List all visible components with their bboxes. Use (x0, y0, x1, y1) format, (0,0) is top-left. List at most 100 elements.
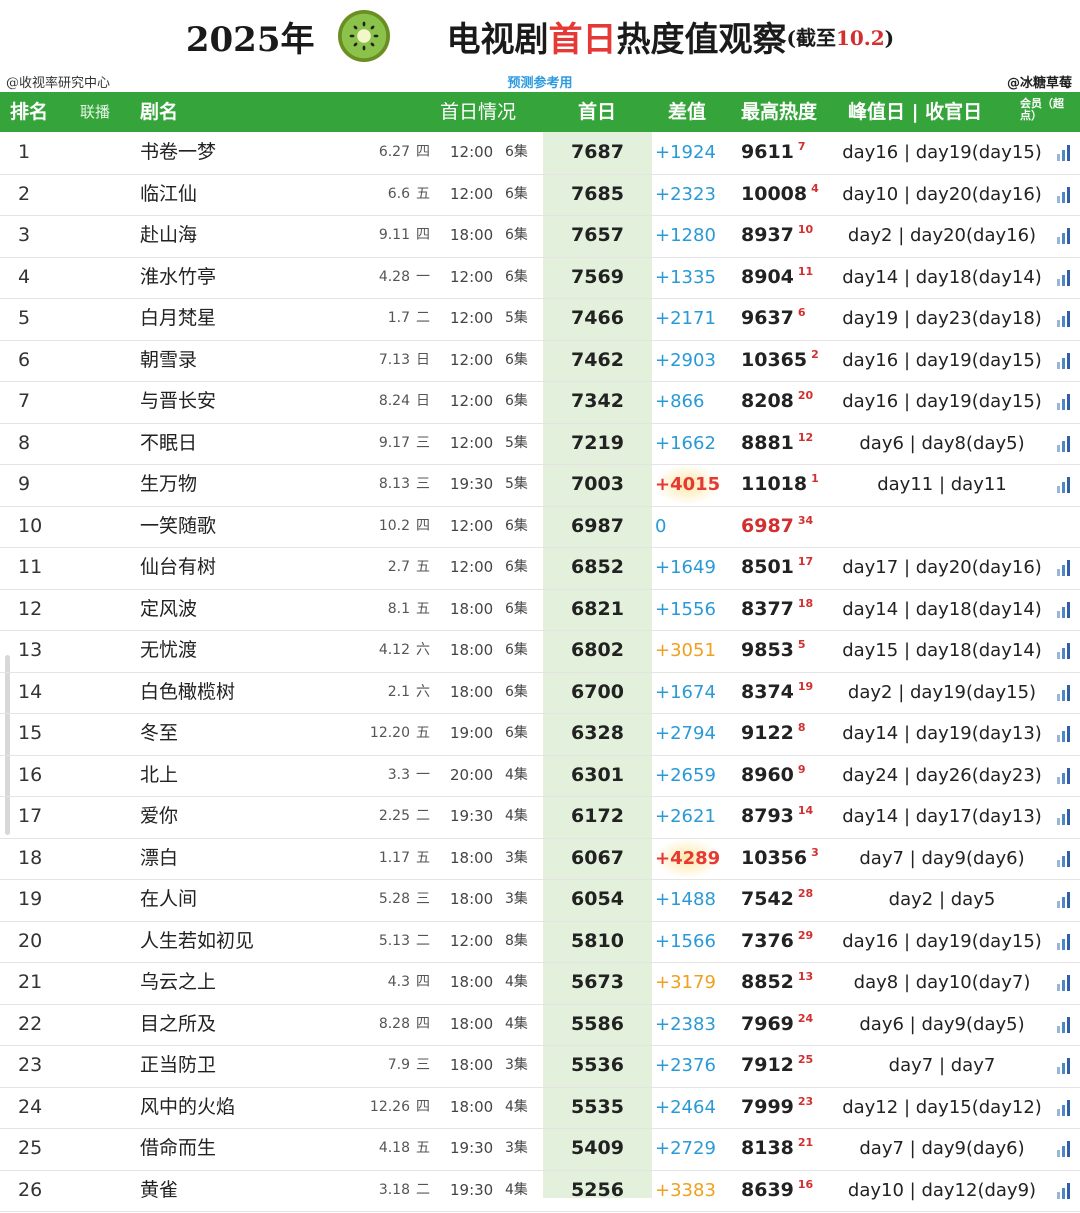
time-cell: 19:00 (450, 724, 494, 742)
name-cell: 北上 (140, 763, 179, 786)
date-cell: 4.3 (387, 974, 410, 990)
table-row: 15 冬至 12.20 五 19:00 6集 6328 +2794 9122 8 day14 | d… (0, 713, 1080, 756)
peak-value: 9611 (741, 141, 794, 163)
date-cell: 3.3 (387, 766, 410, 783)
first-day-cell: 7003 (571, 473, 624, 495)
rank-cell: 15 (18, 722, 43, 744)
peak-final-days-cell: day2 | day19(day15) (847, 681, 1037, 703)
weekday-cell: 四 (416, 144, 430, 160)
peak-rank: 20 (797, 389, 814, 402)
page-title: 2025年 电视剧 首日 热度值观察 (截至10.2) (0, 0, 1080, 72)
peak-final-days-cell: day19 | day23(day18) (842, 308, 1042, 329)
diff-cell: +1556 (655, 598, 716, 620)
peak-final-days-cell: day6 | day9(day5) (859, 1013, 1025, 1035)
peak-rank: 25 (797, 1053, 814, 1066)
weekday-cell: 四 (416, 517, 430, 534)
date-cell: 12.20 (369, 725, 410, 741)
table-row: 25 借命而生 4.18 五 19:30 3集 5409 +2729 8138 21 day7 | … (0, 1128, 1080, 1171)
peak-rank: 34 (797, 513, 814, 527)
diff-cell: +1488 (655, 889, 716, 910)
bar-signal-icon (1056, 725, 1072, 743)
peak-rank: 1 (811, 472, 819, 485)
bar-signal-icon (1056, 642, 1072, 660)
table-row: 10 一笑随歌 10.2 四 12:00 6集 6987 0 6987 34 (0, 506, 1080, 548)
first-day-cell: 5586 (571, 1012, 624, 1035)
diff-cell: +1649 (655, 557, 716, 578)
name-cell: 定风波 (140, 597, 198, 620)
date-cell: 4.12 (378, 642, 410, 658)
weekday-cell: 三 (416, 434, 430, 451)
peak-final-days-cell: day16 | day19(day15) (842, 142, 1042, 163)
name-cell: 赴山海 (140, 224, 198, 246)
weekday-cell: 一 (416, 268, 430, 285)
first-day-cell: 6328 (571, 722, 624, 744)
rank-cell: 1 (18, 141, 31, 163)
diff-cell: +866 (655, 391, 705, 412)
peak-value: 7969 (741, 1012, 794, 1035)
date-cell: 3.18 (378, 1181, 410, 1198)
sub-header: @收视率研究中心 预测参考用 @冰糖草莓 (0, 70, 1080, 92)
table-row: 14 白色橄榄树 2.1 六 18:00 6集 6700 +1674 8374 19 day2 | … (0, 672, 1080, 714)
disclaimer: 预测参考用 (507, 76, 573, 91)
title-highlight: 首日 (548, 19, 617, 60)
diff-cell: +2729 (655, 1138, 716, 1159)
time-cell: 12:00 (450, 392, 494, 410)
time-cell: 12:00 (450, 143, 494, 161)
first-day-cell: 6301 (571, 763, 624, 786)
time-cell: 19:30 (450, 807, 494, 825)
episodes-cell: 4集 (505, 1015, 528, 1032)
time-cell: 12:00 (450, 931, 494, 950)
table-row: 12 定风波 8.1 五 18:00 6集 6821 +1556 8377 18 day14 | d… (0, 589, 1080, 631)
first-day-cell: 5673 (571, 971, 624, 993)
peak-value: 8639 (741, 1178, 794, 1201)
time-cell: 18:00 (450, 890, 494, 908)
rank-cell: 2 (18, 182, 31, 205)
date-cell: 1.7 (387, 310, 410, 326)
name-cell: 借命而生 (140, 1137, 217, 1159)
weekday-cell: 六 (416, 683, 430, 700)
peak-rank: 17 (797, 555, 814, 568)
name-cell: 临江仙 (140, 182, 198, 205)
date-cell: 12.26 (369, 1098, 410, 1115)
first-day-cell: 7342 (571, 390, 624, 412)
weekday-cell: 二 (416, 932, 430, 949)
time-cell: 18:00 (450, 973, 494, 991)
weekday-cell: 二 (416, 808, 430, 824)
episodes-cell: 3集 (505, 849, 528, 866)
peak-value: 8501 (741, 556, 794, 578)
name-cell: 黄雀 (140, 1178, 179, 1201)
time-cell: 19:30 (450, 475, 494, 493)
peak-value: 9853 (741, 639, 794, 661)
first-day-cell: 5535 (571, 1095, 624, 1118)
peak-cell: 10365 2 (741, 340, 819, 383)
peak-cell: 8960 9 (741, 755, 806, 798)
peak-final-days-cell: day16 | day19(day15) (842, 349, 1042, 371)
peak-cell: 7376 29 (741, 921, 813, 964)
name-cell: 目之所及 (140, 1012, 217, 1035)
weekday-cell: 五 (416, 185, 430, 202)
table-row: 18 漂白 1.17 五 18:00 3集 6067 +4289 10356 3 day7 | da… (0, 837, 1080, 881)
peak-final-days-cell: day24 | day26(day23) (842, 764, 1042, 786)
rank-cell: 9 (18, 473, 31, 495)
bar-signal-icon (1056, 974, 1072, 992)
rank-cell: 12 (18, 597, 43, 620)
peak-cell: 8208 20 (741, 381, 813, 424)
peak-rank: 13 (797, 970, 814, 983)
episodes-cell: 4集 (505, 808, 528, 824)
diff-cell: +2621 (655, 806, 716, 827)
episodes-cell: 4集 (505, 1098, 528, 1115)
weekday-cell: 二 (416, 310, 430, 326)
first-day-cell: 7687 (571, 141, 624, 163)
weekday-cell: 四 (416, 227, 430, 243)
peak-cell: 10356 3 (741, 838, 819, 881)
episodes-cell: 6集 (505, 393, 528, 409)
name-cell: 风中的火焰 (140, 1095, 236, 1118)
time-cell: 18:00 (450, 599, 494, 618)
rank-cell: 4 (18, 265, 31, 288)
peak-value: 9122 (741, 722, 794, 744)
rank-cell: 22 (18, 1012, 43, 1035)
rank-cell: 14 (18, 680, 43, 703)
table-row: 11 仙台有树 2.7 五 12:00 6集 6852 +1649 8501 17 day17 | … (0, 547, 1080, 590)
peak-rank: 24 (797, 1011, 814, 1025)
peak-rank: 2 (811, 347, 819, 361)
